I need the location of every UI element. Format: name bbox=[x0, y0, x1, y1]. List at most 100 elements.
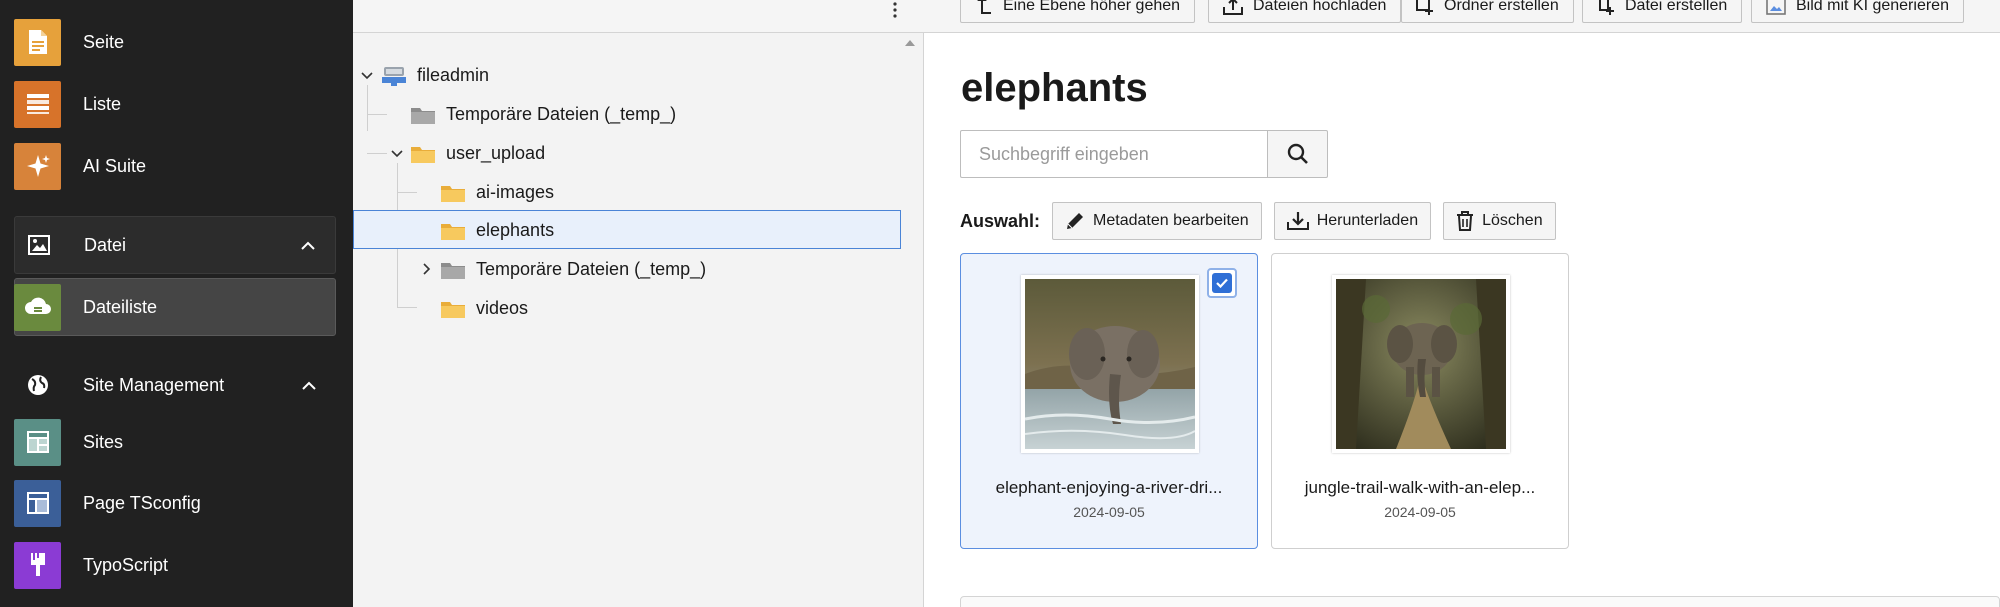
level-up-icon bbox=[977, 0, 991, 14]
file-card[interactable]: jungle-trail-walk-with-an-elep... 2024-0… bbox=[1271, 253, 1569, 549]
delete-button[interactable]: Löschen bbox=[1443, 202, 1556, 240]
button-label: Herunterladen bbox=[1316, 212, 1419, 229]
tree-node-user-upload[interactable]: user_upload bbox=[410, 135, 545, 172]
globe-icon bbox=[14, 362, 61, 409]
sites-icon bbox=[14, 418, 61, 466]
group-label: Datei bbox=[84, 234, 127, 255]
collapse-toggle-icon[interactable] bbox=[389, 146, 405, 162]
add-file-icon bbox=[1599, 0, 1614, 15]
download-button[interactable]: Herunterladen bbox=[1273, 202, 1432, 240]
module-seite[interactable]: Seite bbox=[14, 13, 336, 71]
scroll-up-icon[interactable] bbox=[903, 36, 917, 50]
tree-line bbox=[397, 192, 417, 193]
brush-icon bbox=[14, 541, 61, 589]
tree-line bbox=[367, 153, 387, 154]
search-bar bbox=[960, 130, 1328, 178]
module-sidebar: Seite Liste AI Suite Datei Dateiliste Si… bbox=[0, 0, 353, 607]
bottom-panel bbox=[960, 596, 2000, 607]
tree-node-fileadmin[interactable]: fileadmin bbox=[381, 57, 489, 94]
module-label: Sites bbox=[83, 431, 124, 452]
tree-node-label: ai-images bbox=[476, 182, 555, 202]
module-liste[interactable]: Liste bbox=[14, 75, 336, 133]
folder-icon bbox=[411, 146, 435, 163]
tree-node-label: Temporäre Dateien (_temp_) bbox=[446, 104, 677, 124]
button-label: Datei erstellen bbox=[1625, 0, 1728, 14]
layout-icon bbox=[14, 479, 61, 527]
tree-node-temp-nested[interactable]: Temporäre Dateien (_temp_) bbox=[440, 251, 706, 288]
file-date: 2024-09-05 bbox=[1384, 504, 1456, 520]
thumbnail-image[interactable] bbox=[1021, 275, 1199, 453]
search-button[interactable] bbox=[1267, 130, 1328, 178]
module-sites[interactable]: Sites bbox=[14, 413, 336, 471]
tree-node-label: videos bbox=[476, 298, 529, 318]
button-label: Metadaten bearbeiten bbox=[1093, 212, 1249, 229]
thumbnail-image[interactable] bbox=[1332, 275, 1510, 453]
button-label: Eine Ebene höher gehen bbox=[1003, 0, 1181, 14]
create-file-button[interactable]: Datei erstellen bbox=[1582, 0, 1743, 23]
ai-image-icon bbox=[1766, 0, 1786, 15]
button-label: Ordner erstellen bbox=[1444, 0, 1559, 14]
tree-selection bbox=[353, 210, 901, 249]
tree-node-temp[interactable]: Temporäre Dateien (_temp_) bbox=[410, 96, 676, 133]
download-icon bbox=[1286, 212, 1309, 230]
tree-node-label: Temporäre Dateien (_temp_) bbox=[476, 259, 707, 279]
file-list-main: Eine Ebene höher gehen Dateien hochladen… bbox=[924, 0, 2000, 607]
button-label: Bild mit KI generieren bbox=[1796, 0, 1949, 14]
expand-toggle-icon[interactable] bbox=[419, 261, 435, 277]
group-site-management[interactable]: Site Management bbox=[14, 356, 336, 414]
module-label: TypoScript bbox=[83, 554, 169, 575]
add-folder-icon bbox=[1416, 0, 1433, 15]
folder-icon bbox=[441, 301, 465, 318]
module-dateiliste[interactable]: Dateiliste bbox=[14, 278, 336, 336]
module-label: Seite bbox=[83, 31, 125, 52]
file-name: elephant-enjoying-a-river-dri... bbox=[995, 478, 1223, 497]
button-label: Löschen bbox=[1482, 212, 1543, 229]
folder-icon bbox=[441, 185, 465, 202]
collapse-toggle-icon[interactable] bbox=[359, 68, 375, 84]
chevron-up-icon[interactable] bbox=[301, 241, 315, 250]
file-card[interactable]: elephant-enjoying-a-river-dri... 2024-09… bbox=[960, 253, 1258, 549]
check-icon bbox=[1212, 273, 1232, 293]
module-ai-suite[interactable]: AI Suite bbox=[14, 137, 336, 195]
group-datei[interactable]: Datei bbox=[14, 216, 336, 274]
upload-files-button[interactable]: Dateien hochladen bbox=[1208, 0, 1402, 23]
tree-node-elephants[interactable]: elephants bbox=[440, 212, 554, 249]
sparkle-icon bbox=[14, 142, 61, 190]
module-page-tsconfig[interactable]: Page TSconfig bbox=[14, 474, 336, 532]
create-folder-button[interactable]: Ordner erstellen bbox=[1401, 0, 1574, 23]
folder-icon bbox=[411, 107, 435, 124]
folder-icon bbox=[441, 223, 465, 240]
generate-ai-image-button[interactable]: Bild mit KI generieren bbox=[1751, 0, 1964, 23]
group-label: Site Management bbox=[83, 374, 225, 395]
tree-line bbox=[397, 307, 417, 308]
chevron-up-icon[interactable] bbox=[302, 381, 316, 390]
tree-node-label: user_upload bbox=[446, 143, 546, 163]
tree-node-ai-images[interactable]: ai-images bbox=[440, 174, 554, 211]
upload-icon bbox=[1223, 0, 1243, 15]
file-date: 2024-09-05 bbox=[1073, 504, 1145, 520]
tree-line bbox=[367, 85, 368, 131]
tree-toolbar bbox=[353, 0, 924, 33]
button-label: Dateien hochladen bbox=[1253, 0, 1387, 14]
search-input[interactable] bbox=[960, 130, 1268, 178]
module-label: Liste bbox=[83, 93, 122, 114]
selection-label: Auswahl: bbox=[960, 210, 1041, 231]
level-up-button[interactable]: Eine Ebene höher gehen bbox=[960, 0, 1196, 23]
cloud-icon bbox=[14, 283, 61, 331]
tree-node-videos[interactable]: videos bbox=[440, 290, 528, 327]
trash-icon bbox=[1457, 211, 1474, 231]
selection-checkbox[interactable] bbox=[1207, 268, 1237, 298]
tree-node-label: elephants bbox=[476, 220, 555, 240]
tree-node-label: fileadmin bbox=[417, 65, 490, 85]
tree-line bbox=[367, 114, 387, 115]
module-label: AI Suite bbox=[83, 155, 147, 176]
edit-metadata-button[interactable]: Metadaten bearbeiten bbox=[1052, 202, 1262, 240]
module-label: Page TSconfig bbox=[83, 492, 201, 513]
more-options-icon[interactable] bbox=[880, 0, 910, 20]
image-icon bbox=[15, 222, 62, 269]
page-icon bbox=[14, 18, 61, 66]
folder-tree-panel: fileadmin Temporäre Dateien (_temp_) use… bbox=[353, 0, 924, 607]
doc-header-toolbar: Eine Ebene höher gehen Dateien hochladen… bbox=[924, 0, 2000, 33]
storage-icon bbox=[382, 66, 406, 86]
module-typoscript[interactable]: TypoScript bbox=[14, 536, 336, 594]
